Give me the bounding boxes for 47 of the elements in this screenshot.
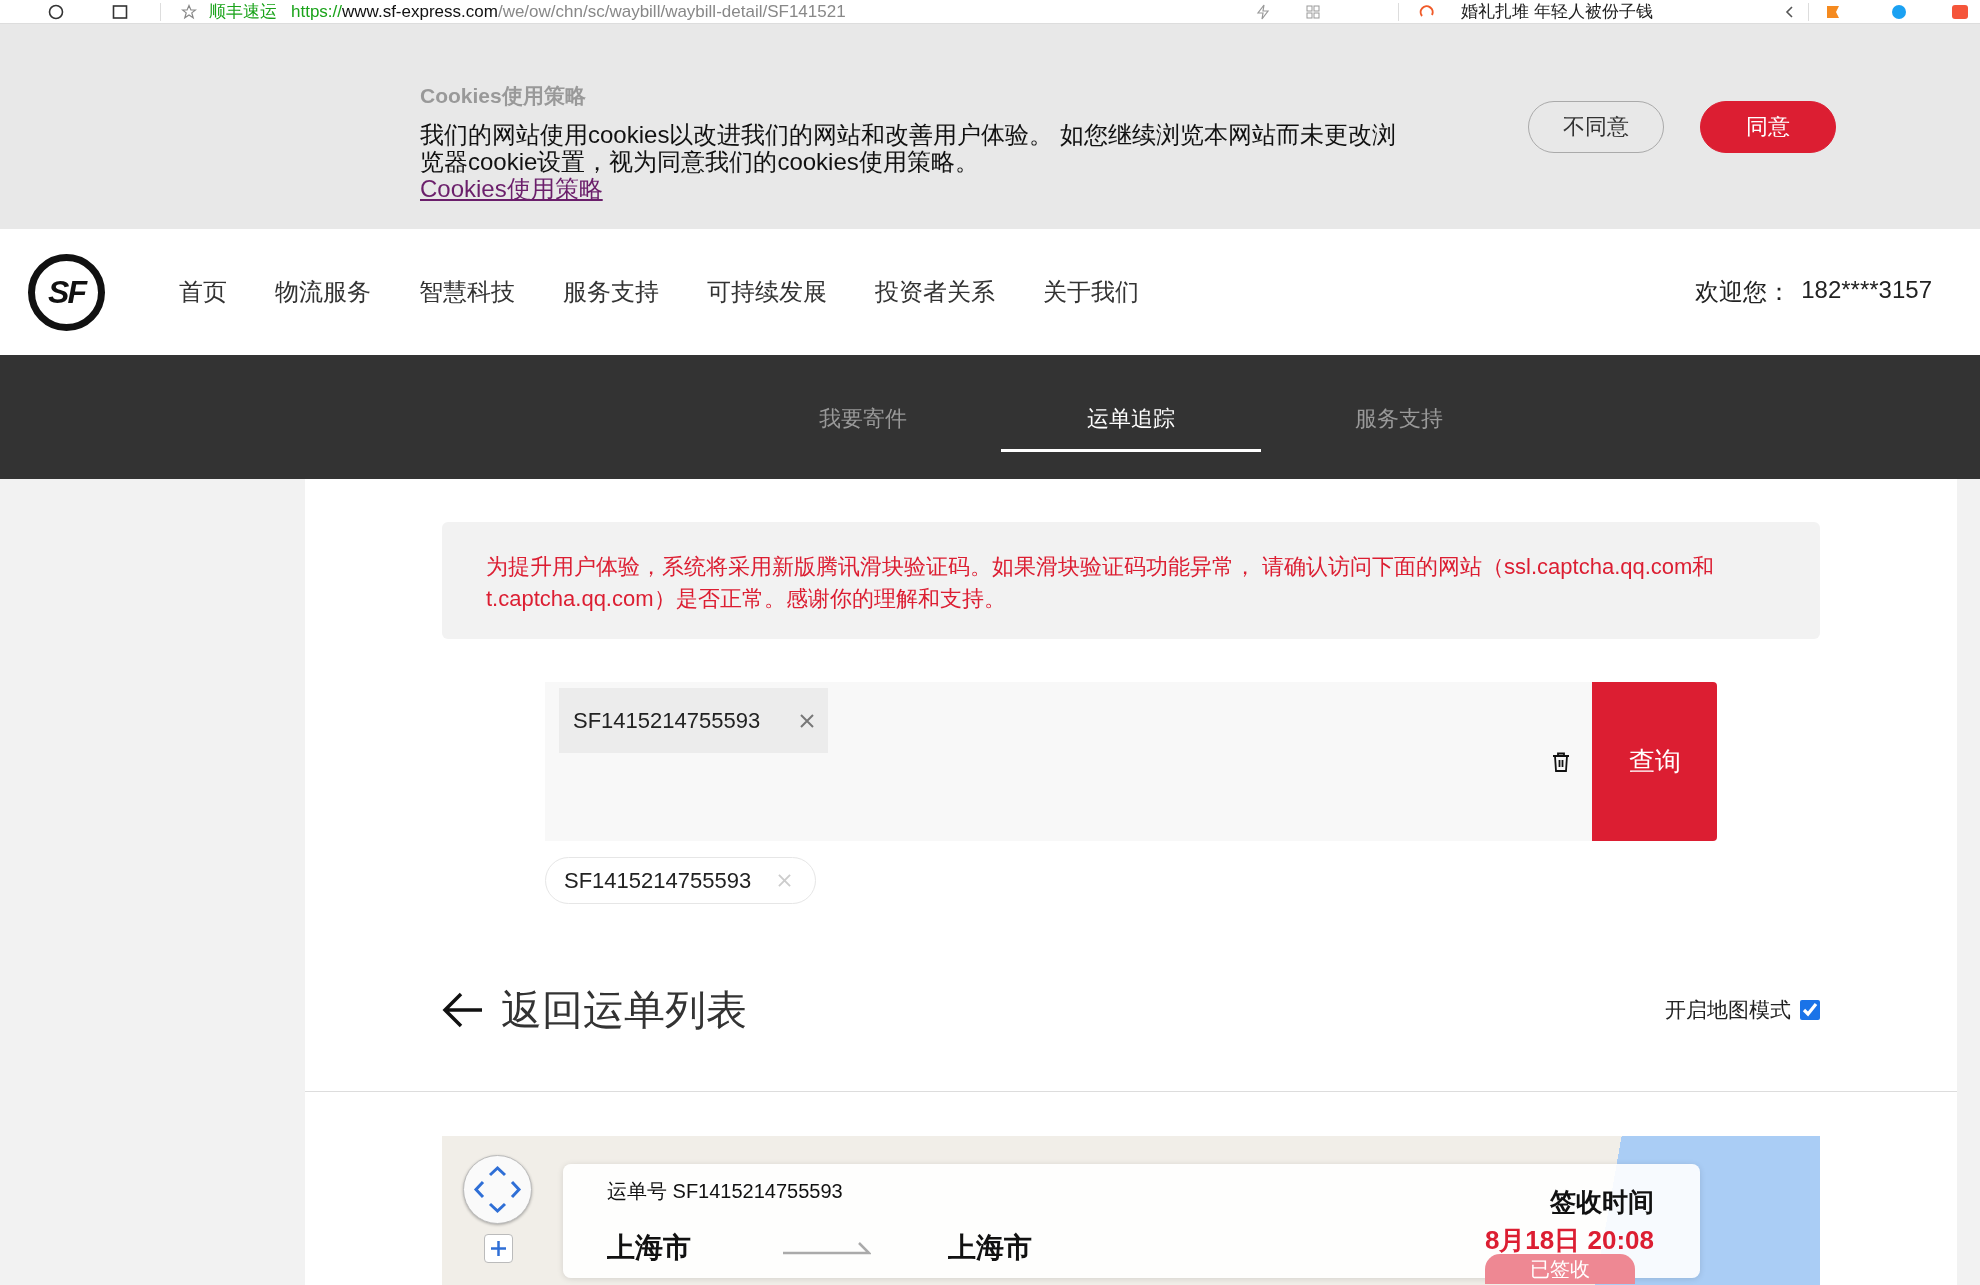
welcome-text: 欢迎您： bbox=[1695, 277, 1792, 307]
cookie-title: Cookies使用策略 bbox=[420, 83, 587, 109]
plus-icon[interactable] bbox=[490, 1240, 507, 1257]
tab[interactable]: 我要寄件 bbox=[733, 380, 993, 452]
map-view[interactable]: 运单号 SF1415214755593 上海市 上海市 签收时间 8月18日 20:08 已签收 bbox=[442, 1136, 1820, 1285]
square-icon[interactable] bbox=[112, 3, 128, 20]
nav-link[interactable]: 投资者关系 bbox=[875, 276, 995, 308]
origin-city: 上海市 bbox=[607, 1231, 691, 1265]
trash-icon[interactable] bbox=[1552, 751, 1570, 772]
destination-city: 上海市 bbox=[948, 1231, 1032, 1265]
page-title: 顺丰速运 bbox=[209, 1, 277, 23]
flag-icon[interactable] bbox=[1825, 3, 1841, 20]
nav-link[interactable]: 可持续发展 bbox=[707, 276, 827, 308]
nav-link[interactable]: 智慧科技 bbox=[419, 276, 515, 308]
search-button[interactable]: 查询 bbox=[1592, 682, 1717, 841]
accept-button[interactable]: 同意 bbox=[1700, 101, 1836, 153]
nav-link[interactable]: 物流服务 bbox=[275, 276, 371, 308]
pan-control[interactable] bbox=[463, 1155, 532, 1224]
nav-link[interactable]: 服务支持 bbox=[563, 276, 659, 308]
map-mode-checkbox[interactable] bbox=[1800, 1000, 1820, 1020]
arrow-left-icon[interactable] bbox=[442, 992, 484, 1028]
captcha-notice: 为提升用户体验，系统将采用新版腾讯滑块验证码。如果滑块验证码功能异常， 请确认访问下面的网站（ssl.captcha.qq.com和t.captcha.qq.com）是否正常。感谢你的理解和支持。 bbox=[442, 522, 1820, 639]
star-icon[interactable] bbox=[181, 3, 197, 20]
back-link[interactable]: 返回运单列表 bbox=[442, 982, 747, 1038]
cookie-policy-link[interactable]: Cookies使用策略 bbox=[420, 175, 603, 202]
news-headline[interactable]: 婚礼扎堆 年轻人被份子钱 bbox=[1461, 0, 1653, 23]
tag-text: SF1415214755593 bbox=[564, 867, 752, 894]
circle-icon[interactable] bbox=[48, 3, 64, 20]
tab[interactable]: 服务支持 bbox=[1269, 380, 1529, 452]
zoom-in-button[interactable] bbox=[484, 1234, 513, 1263]
tab[interactable]: 运单追踪 bbox=[1001, 380, 1261, 452]
pan-arrows-icon[interactable] bbox=[472, 1164, 523, 1215]
waybill-number: 运单号 SF1415214755593 bbox=[607, 1179, 844, 1203]
close-icon[interactable] bbox=[800, 713, 814, 728]
nav-link[interactable]: 关于我们 bbox=[1043, 276, 1139, 308]
tag-text: SF1415214755593 bbox=[573, 707, 761, 734]
sign-time: 8月18日 20:08 bbox=[1484, 1224, 1654, 1256]
nav-link[interactable]: 首页 bbox=[179, 276, 227, 308]
search-field[interactable]: SF1415214755593 bbox=[545, 682, 1592, 841]
sign-time-label: 签收时间 bbox=[1550, 1186, 1654, 1218]
lightning-icon[interactable] bbox=[1255, 3, 1271, 20]
user-phone[interactable]: 182****3157 bbox=[1801, 276, 1932, 308]
cookie-text: 我们的网站使用cookies以改进我们的网站和改善用户体验。 如您继续浏览本网站而未更改浏览器cookie设置，视为同意我们的cookies使用策略。 bbox=[420, 121, 1398, 175]
status-badge: 已签收 bbox=[1484, 1254, 1635, 1284]
logo[interactable]: SF bbox=[28, 253, 105, 331]
map-mode-label: 开启地图模式 bbox=[1665, 997, 1791, 1023]
url-text[interactable]: https://www.sf-express.com/we/ow/chn/sc/waybill/waybill-detail/SF141521 bbox=[291, 1, 846, 22]
